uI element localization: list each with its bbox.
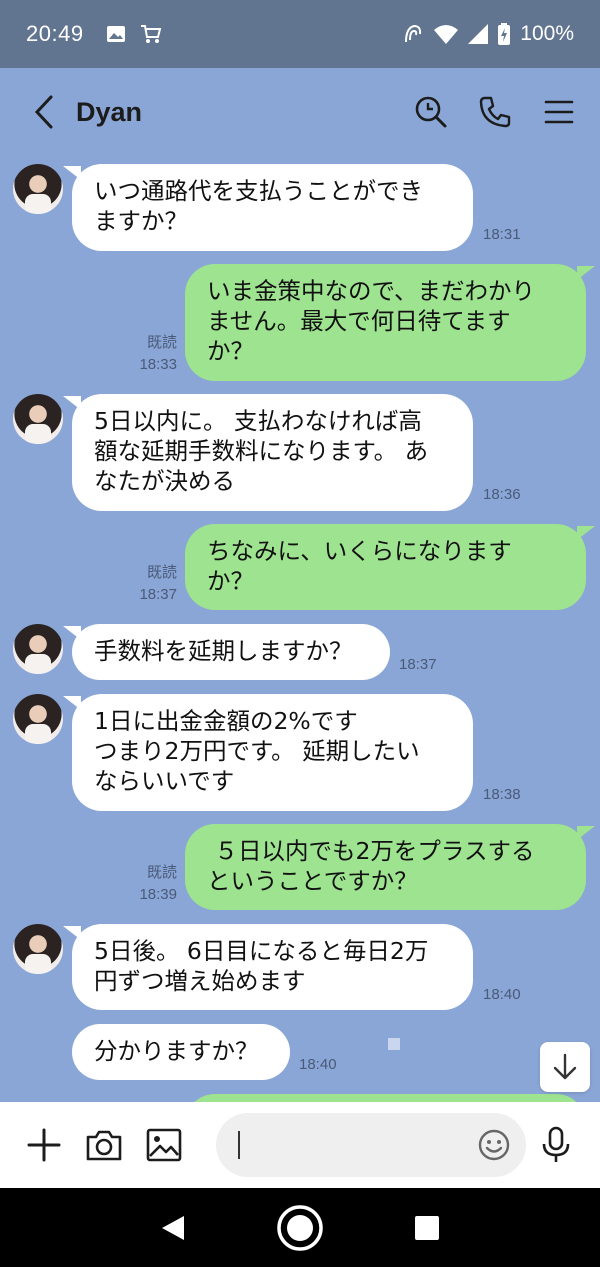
avatar[interactable]: [13, 164, 63, 214]
incoming-message[interactable]: 5日以内に。 支払わなければ高 額な延期手数料になります。 あ なたが決める: [63, 394, 473, 511]
phone-icon: [479, 96, 511, 128]
incoming-message[interactable]: 分かりますか？: [72, 1024, 290, 1080]
avatar[interactable]: [13, 624, 63, 674]
incoming-message[interactable]: 手数料を延期しますか？: [63, 624, 390, 680]
incoming-message[interactable]: いつ通路代を支払うことができ ますか？: [63, 164, 473, 251]
message-time: 18:33: [139, 356, 177, 373]
search-button[interactable]: [412, 93, 450, 131]
message-time: 18:40: [299, 1056, 337, 1073]
scroll-to-bottom-button[interactable]: [540, 1042, 590, 1092]
outgoing-message-partial[interactable]: [185, 1094, 586, 1102]
message-time: 18:37: [399, 656, 437, 673]
image-button[interactable]: [142, 1123, 186, 1167]
voice-button[interactable]: [534, 1123, 578, 1167]
nav-recents-button[interactable]: [399, 1200, 455, 1256]
emoji-button[interactable]: [474, 1125, 514, 1165]
read-receipt: 既読: [146, 864, 177, 881]
outgoing-message[interactable]: ５日以内でも2万をプラスする ということですか？: [185, 824, 595, 910]
mic-icon: [542, 1126, 570, 1162]
signal-icon: [468, 24, 489, 44]
battery-icon: [498, 23, 511, 45]
message-input[interactable]: [216, 1113, 526, 1177]
nav-home-icon: [277, 1204, 323, 1251]
outgoing-message[interactable]: いま金策中なので、まだわかり ません。最大で何日待てます か？: [185, 264, 595, 381]
camera-button[interactable]: [82, 1123, 126, 1167]
add-button[interactable]: [22, 1123, 66, 1167]
arrow-down-icon: [553, 1053, 577, 1080]
chat-messages[interactable]: いつ通路代を支払うことができ ますか？ 18:31 既読 18:33 いま金策中…: [0, 156, 600, 1102]
decorative-square: [388, 1038, 400, 1050]
incoming-message[interactable]: 1日に出金金額の2%です つまり2万円です。 延期したい ならいいです: [63, 694, 473, 811]
chat-title: Dyan: [76, 96, 143, 127]
outgoing-message[interactable]: ちなみに、いくらになります か？: [185, 524, 595, 610]
cart-icon: [140, 24, 162, 44]
message-time: 18:39: [139, 886, 177, 903]
back-button[interactable]: [24, 92, 64, 132]
read-receipt: 既読: [146, 334, 177, 351]
message-time: 18:37: [139, 586, 177, 603]
input-bar: [0, 1102, 600, 1188]
message-time: 18:38: [483, 786, 521, 803]
plus-icon: [27, 1128, 61, 1162]
image-icon: [146, 1128, 182, 1162]
nav-recents-icon: [414, 1215, 439, 1240]
text-cursor: [238, 1131, 240, 1159]
nav-back-icon: [162, 1215, 185, 1240]
wifi-icon: [434, 24, 459, 44]
avatar[interactable]: [13, 924, 63, 974]
avatar[interactable]: [13, 394, 63, 444]
image-icon: [106, 24, 126, 44]
emoji-icon: [478, 1129, 510, 1161]
read-receipt: 既読: [146, 564, 177, 581]
status-time: 20:49: [26, 21, 84, 46]
message-time: 18:40: [483, 986, 521, 1003]
camera-icon: [86, 1130, 122, 1161]
call-button[interactable]: [476, 93, 514, 131]
search-icon: [415, 96, 447, 128]
nav-back-button[interactable]: [145, 1200, 201, 1256]
chat-header: Dyan: [0, 68, 600, 156]
menu-button[interactable]: [540, 93, 578, 131]
incoming-message[interactable]: 5日後。 6日目になると毎日2万 円ずつ増え始めます: [63, 924, 473, 1010]
nfc-icon: [402, 22, 424, 46]
avatar[interactable]: [13, 694, 63, 744]
nav-home-button[interactable]: [272, 1200, 328, 1256]
back-arrow-icon: [34, 95, 53, 129]
menu-icon: [544, 100, 574, 124]
message-time: 18:36: [483, 486, 521, 503]
system-nav-bar: [0, 1188, 600, 1267]
message-time: 18:31: [483, 226, 521, 243]
status-bar: 20:49 100%: [0, 0, 600, 68]
battery-percent: 100%: [520, 22, 574, 45]
